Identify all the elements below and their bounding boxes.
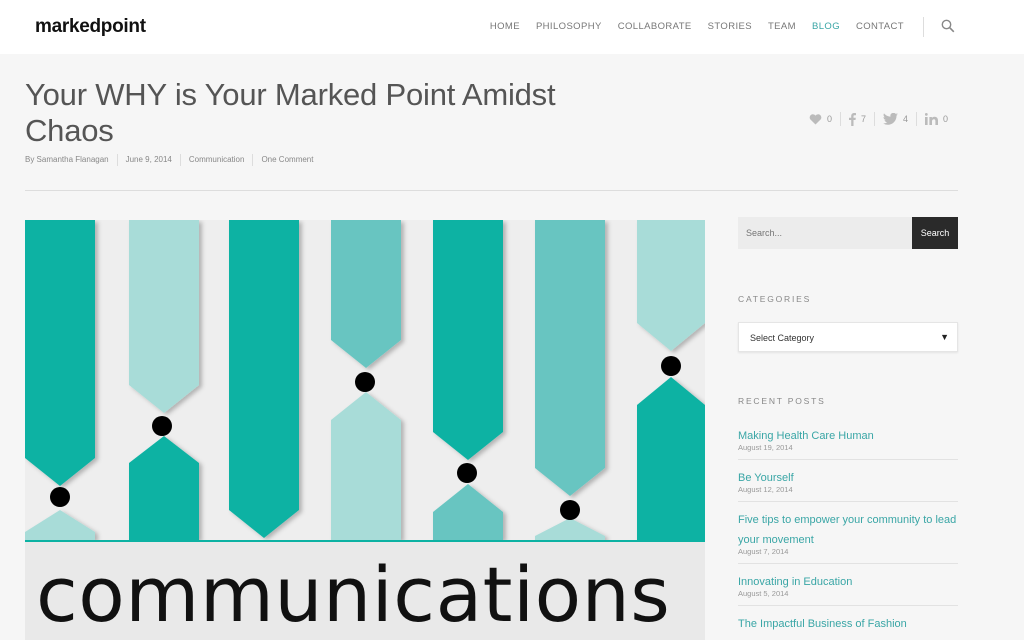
nav-home[interactable]: HOME [490, 21, 520, 32]
heart-icon [809, 113, 822, 124]
recent-post-date: August 7, 2014 [738, 547, 789, 556]
facebook-share-button[interactable]: 7 [839, 112, 874, 126]
twitter-icon [882, 113, 898, 125]
sidebar-search-button[interactable]: Search [912, 217, 958, 249]
chevron-down-icon: ▼ [940, 332, 949, 342]
list-item: Innovating in Education August 5, 2014 [738, 572, 958, 606]
categories-heading: CATEGORIES [738, 294, 812, 304]
site-logo[interactable]: markedpoint [35, 16, 146, 38]
like-count: 0 [826, 114, 832, 124]
nav-blog[interactable]: BLOG [812, 21, 840, 32]
post-author[interactable]: By Samantha Flanagan [25, 154, 117, 166]
recent-posts-list: Making Health Care Human August 19, 2014… [738, 426, 958, 640]
nav-contact[interactable]: CONTACT [856, 21, 904, 32]
like-button[interactable]: 0 [809, 112, 840, 126]
sidebar-search-input[interactable] [738, 217, 912, 249]
recent-post-link[interactable]: Five tips to empower your community to l… [738, 510, 958, 550]
recent-post-link[interactable]: The Impactful Business of Fashion [738, 614, 958, 634]
linkedin-icon [924, 113, 938, 125]
main-nav: HOME PHILOSOPHY COLLABORATE STORIES TEAM… [474, 21, 904, 32]
list-item: Making Health Care Human August 19, 2014 [738, 426, 958, 460]
category-select-value: Select Category [750, 333, 815, 343]
category-select[interactable]: Select Category ▼ [738, 322, 958, 352]
post-title: Your WHY is Your Marked Point Amidst Cha… [25, 77, 556, 148]
facebook-icon [848, 112, 856, 126]
post-category[interactable]: Communication [179, 154, 253, 166]
post-comments-link[interactable]: One Comment [252, 154, 321, 166]
list-item: The Impactful Business of Fashion [738, 614, 958, 640]
nav-collaborate[interactable]: COLLABORATE [618, 21, 692, 32]
linkedin-share-button[interactable]: 0 [915, 112, 956, 126]
recent-posts-heading: RECENT POSTS [738, 396, 826, 406]
linkedin-count: 0 [942, 114, 948, 124]
twitter-share-button[interactable]: 4 [873, 112, 916, 126]
post-date: June 9, 2014 [116, 154, 180, 166]
nav-stories[interactable]: STORIES [708, 21, 752, 32]
post-meta: By Samantha Flanagan June 9, 2014 Commun… [25, 154, 321, 166]
title-divider [25, 190, 958, 191]
recent-post-date: August 12, 2014 [738, 485, 793, 494]
site-header: markedpoint HOME PHILOSOPHY COLLABORATE … [0, 0, 1024, 54]
featured-image-caption: communications [36, 550, 671, 639]
nav-philosophy[interactable]: PHILOSOPHY [536, 21, 602, 32]
facebook-count: 7 [860, 114, 866, 124]
search-icon[interactable] [941, 19, 955, 33]
twitter-count: 4 [902, 114, 908, 124]
list-item: Be Yourself August 12, 2014 [738, 468, 958, 502]
share-buttons: 0 7 4 0 [809, 112, 956, 126]
nav-team[interactable]: TEAM [768, 21, 796, 32]
list-item: Five tips to empower your community to l… [738, 510, 958, 564]
nav-divider [923, 17, 924, 37]
